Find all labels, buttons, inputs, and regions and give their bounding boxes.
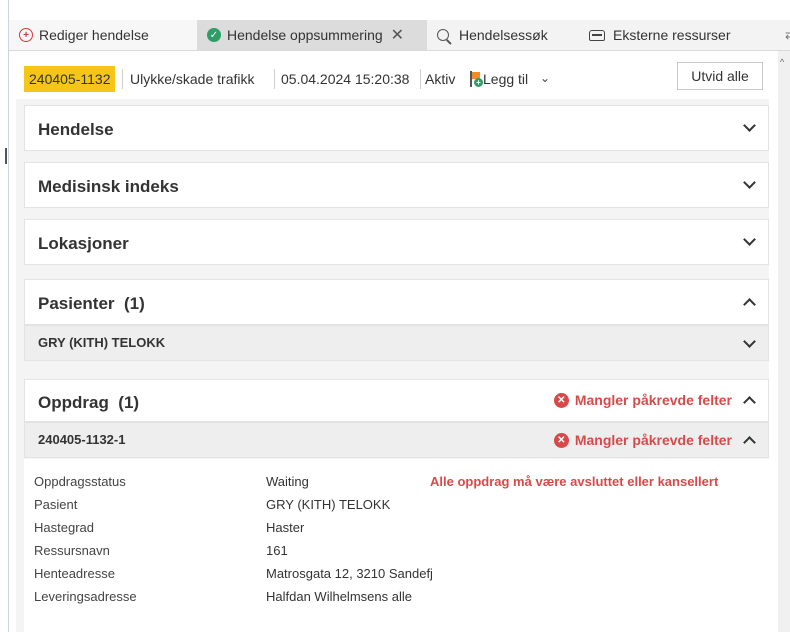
mission-id: 240405-1132-1 xyxy=(38,432,126,447)
vertical-scrollbar[interactable] xyxy=(778,51,790,632)
car-icon xyxy=(589,29,605,41)
chevron-up-icon[interactable] xyxy=(743,396,756,409)
field-value: Haster xyxy=(266,520,305,535)
chevron-down-icon[interactable] xyxy=(743,335,756,348)
field-label: Pasient xyxy=(34,497,78,512)
field-value: Halfdan Wilhelmsens alle xyxy=(266,589,412,604)
field-value: 161 xyxy=(266,543,288,558)
add-button[interactable]: Legg til xyxy=(483,66,528,92)
field-label: Leveringsadresse xyxy=(34,589,137,604)
chevron-down-icon[interactable]: ⌄ xyxy=(540,71,550,85)
chevron-down-icon[interactable] xyxy=(743,119,756,132)
section-oppdrag[interactable]: Oppdrag (1) ✕ Mangler påkrevde felter xyxy=(24,379,769,422)
divider xyxy=(122,69,123,89)
divider xyxy=(420,69,421,89)
section-pasienter[interactable]: Pasienter (1) xyxy=(24,279,769,325)
tab-hendelsessok[interactable]: Hendelsessøk xyxy=(427,20,577,50)
case-id-badge: 240405-1132 xyxy=(24,66,116,92)
missing-fields-warning: ✕ Mangler påkrevde felter xyxy=(553,392,732,408)
flag-add-icon[interactable]: + xyxy=(470,71,483,87)
patient-row[interactable]: GRY (KITH) TELOKK xyxy=(24,325,769,361)
window-left-border xyxy=(0,0,9,632)
tab-label: Eksterne ressurser xyxy=(613,27,731,43)
error-circle-icon: ✕ xyxy=(553,432,569,448)
tab-bar: + Rediger hendelse ✓ Hendelse oppsummeri… xyxy=(9,20,790,51)
window-edge-mark xyxy=(5,148,7,164)
mission-details: Oppdragsstatus Waiting Pasient GRY (KITH… xyxy=(24,459,769,632)
chevron-down-icon[interactable] xyxy=(743,176,756,189)
tab-label: Hendelsessøk xyxy=(459,27,548,43)
missing-fields-warning: ✕ Mangler påkrevde felter xyxy=(553,432,732,448)
divider xyxy=(274,69,275,89)
section-lokasjoner[interactable]: Lokasjoner xyxy=(24,219,769,265)
mission-row[interactable]: 240405-1132-1 ✕ Mangler påkrevde felter xyxy=(24,422,769,458)
mission-error-message: Alle oppdrag må være avsluttet eller kan… xyxy=(430,474,719,489)
case-datetime: 05.04.2024 15:20:38 xyxy=(281,71,410,87)
case-status: Aktiv xyxy=(425,71,456,87)
section-title: Hendelse xyxy=(38,120,114,139)
field-value: Matrosgata 12, 3210 Sandefjord xyxy=(266,566,432,581)
error-circle-icon: ✕ xyxy=(553,392,569,408)
chevron-up-icon[interactable] xyxy=(743,298,756,311)
field-label: Henteadresse xyxy=(34,566,115,581)
tab-rediger-hendelse[interactable]: + Rediger hendelse xyxy=(9,20,197,50)
close-icon[interactable]: ✕ xyxy=(391,25,404,45)
check-circle-icon: ✓ xyxy=(207,28,221,42)
section-title: Lokasjoner xyxy=(38,234,129,253)
search-icon xyxy=(437,29,449,41)
scroll-up-icon[interactable]: ^ xyxy=(780,57,784,67)
section-title: Medisinsk indeks xyxy=(38,177,179,196)
chevron-up-icon[interactable] xyxy=(743,436,756,449)
patient-name: GRY (KITH) TELOKK xyxy=(38,335,166,350)
field-value: Waiting xyxy=(266,474,309,489)
field-label: Oppdragsstatus xyxy=(34,474,126,489)
field-label: Hastegrad xyxy=(34,520,94,535)
expand-all-button[interactable]: Utvid alle xyxy=(677,62,763,90)
add-circle-icon: + xyxy=(19,28,33,42)
field-label: Ressursnavn xyxy=(34,543,110,558)
summary-content: Hendelse Medisinsk indeks Lokasjoner Pas… xyxy=(16,99,769,632)
tab-label: Rediger hendelse xyxy=(39,27,149,43)
tab-hendelse-oppsummering[interactable]: ✓ Hendelse oppsummering ✕ xyxy=(197,20,427,50)
case-info-bar: 240405-1132 Ulykke/skade trafikk 05.04.2… xyxy=(9,51,777,99)
tab-overflow-icon[interactable]: ⇄ xyxy=(783,20,790,50)
tab-label: Hendelse oppsummering xyxy=(227,27,383,43)
warning-text: Mangler påkrevde felter xyxy=(574,392,732,408)
tab-eksterne-ressurser[interactable]: Eksterne ressurser xyxy=(579,20,759,50)
section-medisinsk-indeks[interactable]: Medisinsk indeks xyxy=(24,162,769,208)
section-title: Pasienter (1) xyxy=(38,294,145,313)
section-title: Oppdrag (1) xyxy=(38,393,140,412)
chevron-down-icon[interactable] xyxy=(743,233,756,246)
case-type: Ulykke/skade trafikk xyxy=(130,71,255,87)
field-value: GRY (KITH) TELOKK xyxy=(266,497,391,512)
section-hendelse[interactable]: Hendelse xyxy=(24,105,769,151)
warning-text: Mangler påkrevde felter xyxy=(574,432,732,448)
